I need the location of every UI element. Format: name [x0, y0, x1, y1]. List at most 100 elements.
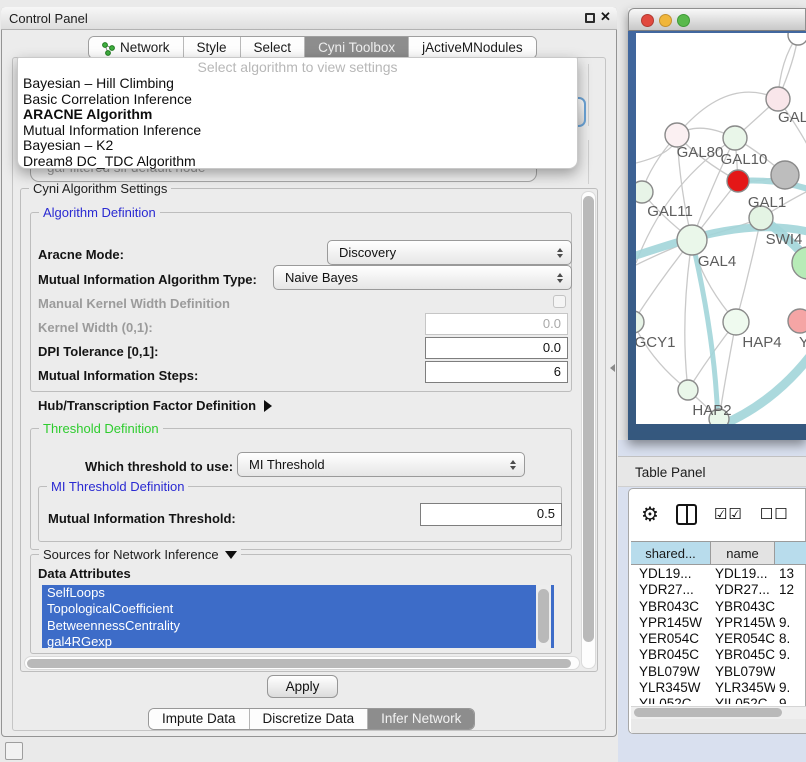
table-row[interactable]: YLR345WYLR345W9.	[631, 680, 806, 696]
data-attributes-list[interactable]: SelfLoopsTopologicalCoefficientBetweenne…	[42, 585, 554, 648]
tab-infer-network[interactable]: Infer Network	[367, 709, 474, 729]
network-graph[interactable]: GALGAL80GAL10GAL1GAL11SWI4GAL4GCY1HAP4YH…	[636, 33, 806, 424]
manual-kernel-checkbox[interactable]	[553, 295, 566, 308]
hub-definition-toggle[interactable]: Hub/Transcription Factor Definition	[38, 398, 272, 413]
algorithm-option[interactable]: Basic Correlation Inference	[18, 92, 577, 108]
table-row[interactable]: YDL19...YDL19...13	[631, 566, 806, 582]
split-divider-handle[interactable]	[610, 364, 615, 372]
network-node-hap2[interactable]	[678, 380, 698, 400]
chevron-right-icon	[264, 400, 272, 412]
settings-vscrollbar-thumb[interactable]	[583, 196, 594, 642]
zoom-traffic-light-icon[interactable]	[677, 14, 690, 27]
network-node-hap4[interactable]	[723, 309, 749, 335]
combo-value: MI Threshold	[238, 457, 505, 472]
mi-algorithm-type-combo[interactable]: Naive Bayes	[273, 265, 572, 290]
mi-threshold-label: Mutual Information Threshold:	[48, 511, 236, 526]
network-window-titlebar[interactable]	[628, 8, 806, 31]
column-header-shared-name[interactable]: shared...	[631, 541, 711, 565]
network-node-gal10[interactable]	[723, 126, 747, 150]
algorithm-option[interactable]: Bayesian – Hill Climbing	[18, 76, 577, 92]
table-toolbar: ⚙ ☑☑ ☐☐	[641, 497, 806, 531]
table-cell: YDL19...	[631, 566, 711, 582]
network-node-gal11[interactable]	[636, 181, 653, 203]
table-cell: 9.	[775, 680, 805, 696]
tab-cyni-toolbox[interactable]: Cyni Toolbox	[304, 37, 408, 58]
network-node-y[interactable]	[788, 309, 806, 333]
gear-icon[interactable]: ⚙	[641, 502, 659, 527]
float-window-icon[interactable]	[585, 13, 595, 23]
tab-select[interactable]: Select	[240, 37, 305, 58]
dpi-tolerance-label: DPI Tolerance [0,1]:	[38, 344, 158, 359]
algorithm-option[interactable]: ARACNE Algorithm	[18, 107, 577, 123]
tab-label: jActiveMNodules	[422, 40, 523, 55]
table-cell: YDL19...	[711, 566, 775, 582]
table-row[interactable]: YDR27...YDR27...12	[631, 582, 806, 598]
table-row[interactable]: YBL079WYBL079W	[631, 664, 806, 680]
attribute-list-item[interactable]: TopologicalCoefficient	[42, 601, 554, 617]
deselect-all-checkboxes-icon[interactable]: ☐☐	[760, 505, 789, 523]
control-panel-titlebar[interactable]	[1, 7, 617, 30]
columns-icon[interactable]	[676, 504, 697, 525]
attribute-list-item[interactable]: SelfLoops	[42, 585, 554, 601]
which-threshold-combo[interactable]: MI Threshold	[237, 452, 525, 477]
tab-label: Style	[197, 40, 227, 55]
algorithm-option[interactable]: Mutual Information Inference	[18, 123, 577, 139]
network-node-swi4[interactable]	[792, 247, 806, 279]
table-row[interactable]: YER054CYER054C8.	[631, 631, 806, 647]
aracne-mode-combo[interactable]: Discovery	[327, 240, 572, 265]
close-icon[interactable]: ✕	[600, 9, 611, 25]
minimize-traffic-light-icon[interactable]	[659, 14, 672, 27]
network-node-gal[interactable]	[766, 87, 790, 111]
network-node-gal4[interactable]	[677, 225, 707, 255]
tab-discretize-data[interactable]: Discretize Data	[249, 709, 368, 729]
network-edge[interactable]	[736, 218, 761, 322]
table-cell: 13	[775, 566, 805, 582]
attributes-vscrollbar-thumb[interactable]	[538, 589, 549, 643]
tab-network[interactable]: Network	[89, 37, 183, 58]
table-rows[interactable]: YDL19...YDL19...13YDR27...YDR27...12YBR0…	[631, 566, 806, 704]
network-edge[interactable]	[722, 351, 806, 424]
apply-button[interactable]: Apply	[267, 675, 338, 698]
minimized-panel-icon[interactable]	[5, 742, 23, 760]
table-hscrollbar-thumb[interactable]	[634, 708, 782, 717]
network-node[interactable]	[771, 161, 799, 189]
tab-jactivemnodules[interactable]: jActiveMNodules	[408, 37, 536, 58]
table-row[interactable]: YBR043CYBR043C	[631, 599, 806, 615]
column-header-partial[interactable]	[775, 541, 806, 565]
mi-steps-label: Mutual Information Steps:	[38, 368, 198, 383]
algorithm-option[interactable]: Bayesian – K2	[18, 138, 577, 154]
network-canvas[interactable]: GALGAL80GAL10GAL1GAL11SWI4GAL4GCY1HAP4YH…	[636, 33, 806, 424]
table-cell: YDR27...	[631, 582, 711, 598]
sources-header[interactable]: Sources for Network Inference	[39, 547, 241, 562]
select-all-checkboxes-icon[interactable]: ☑☑	[714, 505, 743, 523]
columns-icon-divider	[686, 506, 688, 523]
network-node-label: HAP4	[742, 334, 781, 351]
column-header-name[interactable]: name	[711, 541, 775, 565]
table-row[interactable]: YPR145WYPR145W9.	[631, 615, 806, 631]
sources-title: Sources for Network Inference	[43, 547, 219, 562]
mi-threshold-field[interactable]: 0.5	[420, 503, 562, 526]
table-row[interactable]: YBR045CYBR045C9.	[631, 647, 806, 663]
network-node-gcy1[interactable]	[636, 311, 644, 333]
table-panel: ⚙ ☑☑ ☐☐ shared... name YDL19...YDL19...1…	[628, 488, 806, 734]
network-node[interactable]	[788, 33, 806, 45]
table-row[interactable]: YIL052CYIL052C9	[631, 696, 806, 704]
network-node-gal1[interactable]	[727, 170, 749, 192]
network-edge[interactable]	[636, 322, 688, 390]
mi-steps-field[interactable]: 6	[425, 361, 568, 383]
close-traffic-light-icon[interactable]	[641, 14, 654, 27]
network-node-label: GAL80	[677, 144, 724, 161]
settings-hscrollbar-thumb[interactable]	[27, 659, 571, 668]
attribute-list-item[interactable]: gal4RGexp	[42, 634, 554, 648]
kernel-width-field[interactable]: 0.0	[425, 313, 568, 335]
tab-style[interactable]: Style	[183, 37, 240, 58]
network-node-label: GAL4	[698, 253, 736, 270]
algorithm-option[interactable]: Dream8 DC_TDC Algorithm	[18, 154, 577, 170]
attribute-list-item[interactable]: BetweennessCentrality	[42, 618, 554, 634]
tab-impute-data[interactable]: Impute Data	[149, 709, 249, 729]
table-cell: YIL052C	[631, 696, 711, 704]
dpi-tolerance-field[interactable]: 0.0	[425, 337, 568, 359]
network-edge[interactable]	[685, 240, 692, 390]
table-panel-titlebar[interactable]: Table Panel	[618, 456, 806, 487]
table-cell: YBL079W	[631, 664, 711, 680]
